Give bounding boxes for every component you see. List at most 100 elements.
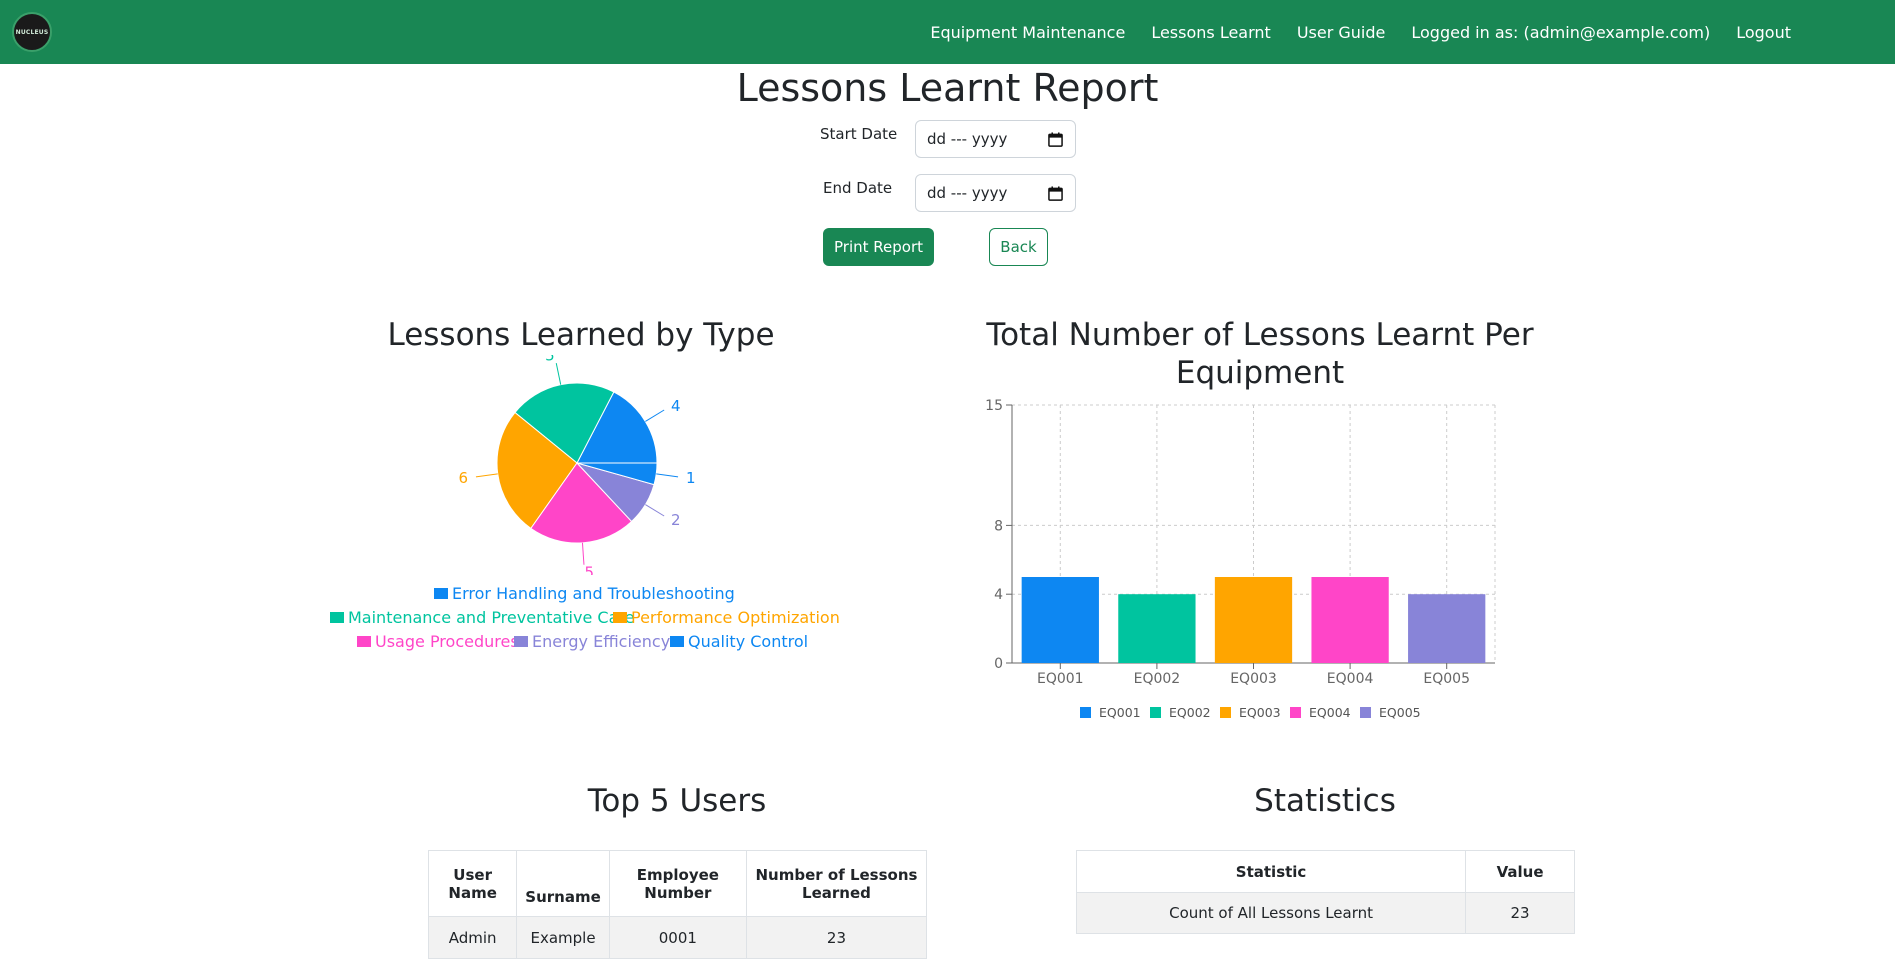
legend-item[interactable]: Energy Efficiency bbox=[514, 632, 670, 651]
col-user-name: User Name bbox=[427, 850, 518, 917]
print-report-button[interactable]: Print Report bbox=[823, 228, 934, 266]
top-users-title: Top 5 Users bbox=[587, 783, 767, 819]
bar-chart-title-line1: Total Number of Lessons Learnt Per bbox=[986, 317, 1534, 353]
legend-swatch bbox=[1220, 707, 1231, 718]
x-tick-label: EQ004 bbox=[1327, 671, 1374, 687]
x-tick-label: EQ003 bbox=[1230, 671, 1277, 687]
pie-label-line bbox=[645, 504, 665, 517]
legend-item[interactable]: EQ002 bbox=[1150, 705, 1211, 720]
pie-value-label: 5 bbox=[585, 564, 595, 575]
top-users-table: User Name Surname Employee Number Number… bbox=[427, 850, 928, 959]
legend-swatch bbox=[434, 588, 448, 599]
legend-item[interactable]: EQ003 bbox=[1220, 705, 1281, 720]
cell-statistic: Count of All Lessons Learnt bbox=[1075, 892, 1467, 934]
calendar-icon[interactable] bbox=[1048, 186, 1063, 201]
pie-label-line bbox=[581, 542, 585, 565]
nav-links: Equipment Maintenance Lessons Learnt Use… bbox=[930, 0, 1895, 64]
x-tick-label: EQ005 bbox=[1423, 671, 1470, 687]
table-row: Admin Example 0001 23 bbox=[427, 916, 928, 959]
legend-swatch bbox=[670, 636, 684, 647]
legend-label: Maintenance and Preventative Care bbox=[348, 608, 635, 627]
legend-swatch bbox=[1080, 707, 1091, 718]
pie-value-label: 1 bbox=[686, 469, 696, 487]
logged-in-user: Logged in as: (admin@example.com) bbox=[1411, 22, 1711, 42]
legend-swatch bbox=[1150, 707, 1161, 718]
pie-chart: 4 5 6 5 2 1 bbox=[458, 355, 696, 575]
bar[interactable] bbox=[1408, 594, 1486, 663]
bar[interactable] bbox=[1118, 594, 1196, 663]
page-title: Lessons Learnt Report bbox=[736, 66, 1159, 110]
legend-item[interactable]: Usage Procedures bbox=[357, 632, 519, 651]
table-header-row: Statistic Value bbox=[1075, 850, 1575, 893]
legend-item[interactable]: Quality Control bbox=[670, 632, 808, 651]
legend-swatch bbox=[357, 636, 371, 647]
cell-employee-number: 0001 bbox=[608, 916, 747, 959]
legend-label: Energy Efficiency bbox=[532, 632, 671, 651]
pie-label-line bbox=[555, 363, 562, 385]
legend-swatch bbox=[514, 636, 528, 647]
legend-swatch bbox=[1290, 707, 1301, 718]
legend-label: EQ005 bbox=[1379, 705, 1421, 720]
cell-value: 23 bbox=[1465, 892, 1575, 934]
legend-item[interactable]: EQ001 bbox=[1080, 705, 1141, 720]
legend-label: Performance Optimization bbox=[631, 608, 840, 627]
legend-item[interactable]: Error Handling and Troubleshooting bbox=[434, 584, 735, 603]
legend-label: Quality Control bbox=[688, 632, 809, 651]
y-tick-label: 4 bbox=[994, 587, 1003, 603]
pie-label-line bbox=[475, 473, 498, 478]
pie-chart-title: Lessons Learned by Type bbox=[387, 317, 775, 353]
legend-label: Error Handling and Troubleshooting bbox=[452, 584, 735, 603]
legend-label: EQ004 bbox=[1309, 705, 1351, 720]
legend-item[interactable]: Maintenance and Preventative Care bbox=[330, 608, 634, 627]
bar[interactable] bbox=[1021, 577, 1099, 663]
pie-label-line bbox=[656, 473, 679, 478]
legend-item[interactable]: EQ005 bbox=[1360, 705, 1421, 720]
x-tick-label: EQ001 bbox=[1037, 671, 1084, 687]
calendar-icon[interactable] bbox=[1048, 132, 1063, 147]
nav-lessons-learnt[interactable]: Lessons Learnt bbox=[1151, 23, 1271, 42]
start-date-placeholder: dd --- yyyy bbox=[927, 130, 1008, 148]
top-navbar: NUCLEUS Equipment Maintenance Lessons Le… bbox=[0, 0, 1895, 64]
pie-value-label: 5 bbox=[545, 355, 555, 364]
bar-chart-title: Total Number of Lessons Learnt Per Equip… bbox=[960, 316, 1560, 392]
end-date-label: End Date bbox=[823, 179, 893, 197]
start-date-input[interactable]: dd --- yyyy bbox=[915, 120, 1076, 158]
nav-user-guide[interactable]: User Guide bbox=[1297, 23, 1386, 42]
y-tick-label: 8 bbox=[994, 518, 1003, 534]
legend-label: EQ001 bbox=[1099, 705, 1141, 720]
col-lessons-learned: Number of Lessons Learned bbox=[745, 850, 928, 917]
y-tick-label: 15 bbox=[985, 398, 1003, 414]
cell-surname: Example bbox=[516, 916, 610, 959]
bar[interactable] bbox=[1311, 577, 1389, 663]
pie-value-label: 2 bbox=[671, 511, 681, 529]
legend-item[interactable]: EQ004 bbox=[1290, 705, 1351, 720]
statistics-table: Statistic Value Count of All Lessons Lea… bbox=[1075, 850, 1575, 934]
table-row: Count of All Lessons Learnt 23 bbox=[1075, 892, 1575, 934]
cell-user-name: Admin bbox=[427, 916, 518, 959]
nav-equipment-maintenance[interactable]: Equipment Maintenance bbox=[930, 23, 1125, 42]
table-header-row: User Name Surname Employee Number Number… bbox=[427, 850, 928, 917]
bar-chart-title-line2: Equipment bbox=[1175, 355, 1345, 391]
logo[interactable]: NUCLEUS bbox=[12, 12, 52, 52]
legend-label: EQ002 bbox=[1169, 705, 1211, 720]
col-statistic: Statistic bbox=[1075, 850, 1467, 893]
statistics-title: Statistics bbox=[1254, 783, 1396, 819]
cell-lessons-count: 23 bbox=[745, 916, 928, 959]
pie-label-line bbox=[645, 409, 665, 422]
pie-chart-legend: Error Handling and Troubleshooting Mainte… bbox=[300, 584, 860, 664]
legend-swatch bbox=[1360, 707, 1371, 718]
col-employee-number: Employee Number bbox=[608, 850, 747, 917]
back-button[interactable]: Back bbox=[989, 228, 1048, 266]
bar[interactable] bbox=[1214, 577, 1293, 663]
nav-logout[interactable]: Logout bbox=[1736, 23, 1791, 42]
legend-label: EQ003 bbox=[1239, 705, 1281, 720]
bar-chart-legend: EQ001 EQ002 EQ003 EQ004 EQ005 bbox=[1080, 705, 1440, 725]
logo-text: NUCLEUS bbox=[15, 28, 49, 36]
legend-item[interactable]: Performance Optimization bbox=[613, 608, 840, 627]
end-date-input[interactable]: dd --- yyyy bbox=[915, 174, 1076, 212]
legend-swatch bbox=[330, 612, 344, 623]
legend-swatch bbox=[613, 612, 627, 623]
pie-value-label: 6 bbox=[458, 469, 468, 487]
col-surname: Surname bbox=[516, 850, 610, 917]
y-tick-label: 0 bbox=[994, 656, 1003, 672]
